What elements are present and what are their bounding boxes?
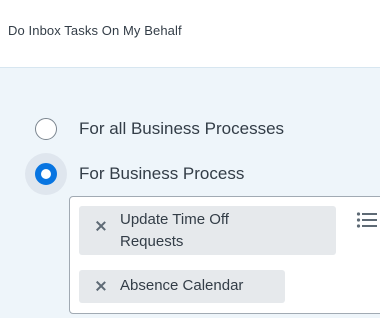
- radio-specific[interactable]: [35, 163, 57, 185]
- list-icon[interactable]: [356, 211, 378, 229]
- selected-item-label: Update Time Off Requests: [120, 209, 229, 253]
- radio-all[interactable]: [35, 118, 57, 140]
- radio-specific-label[interactable]: For Business Process: [79, 164, 244, 184]
- section-header: Do Inbox Tasks On My Behalf: [0, 0, 380, 68]
- radio-all-label[interactable]: For all Business Processes: [79, 119, 284, 139]
- selected-item-label-line2: Requests: [120, 233, 184, 250]
- close-icon[interactable]: [94, 219, 108, 233]
- section-title: Do Inbox Tasks On My Behalf: [8, 23, 182, 38]
- selected-item-label: Absence Calendar: [120, 277, 244, 294]
- delegation-settings: Do Inbox Tasks On My Behalf For all Busi…: [0, 0, 380, 318]
- selected-item-pill: Absence Calendar: [79, 270, 285, 303]
- selected-item-pill: Update Time Off Requests: [79, 206, 336, 255]
- business-process-prompt[interactable]: Update Time Off Requests Absence Calenda…: [69, 196, 380, 314]
- selected-item-label-line1: Update Time Off: [120, 211, 229, 228]
- close-icon[interactable]: [94, 279, 108, 293]
